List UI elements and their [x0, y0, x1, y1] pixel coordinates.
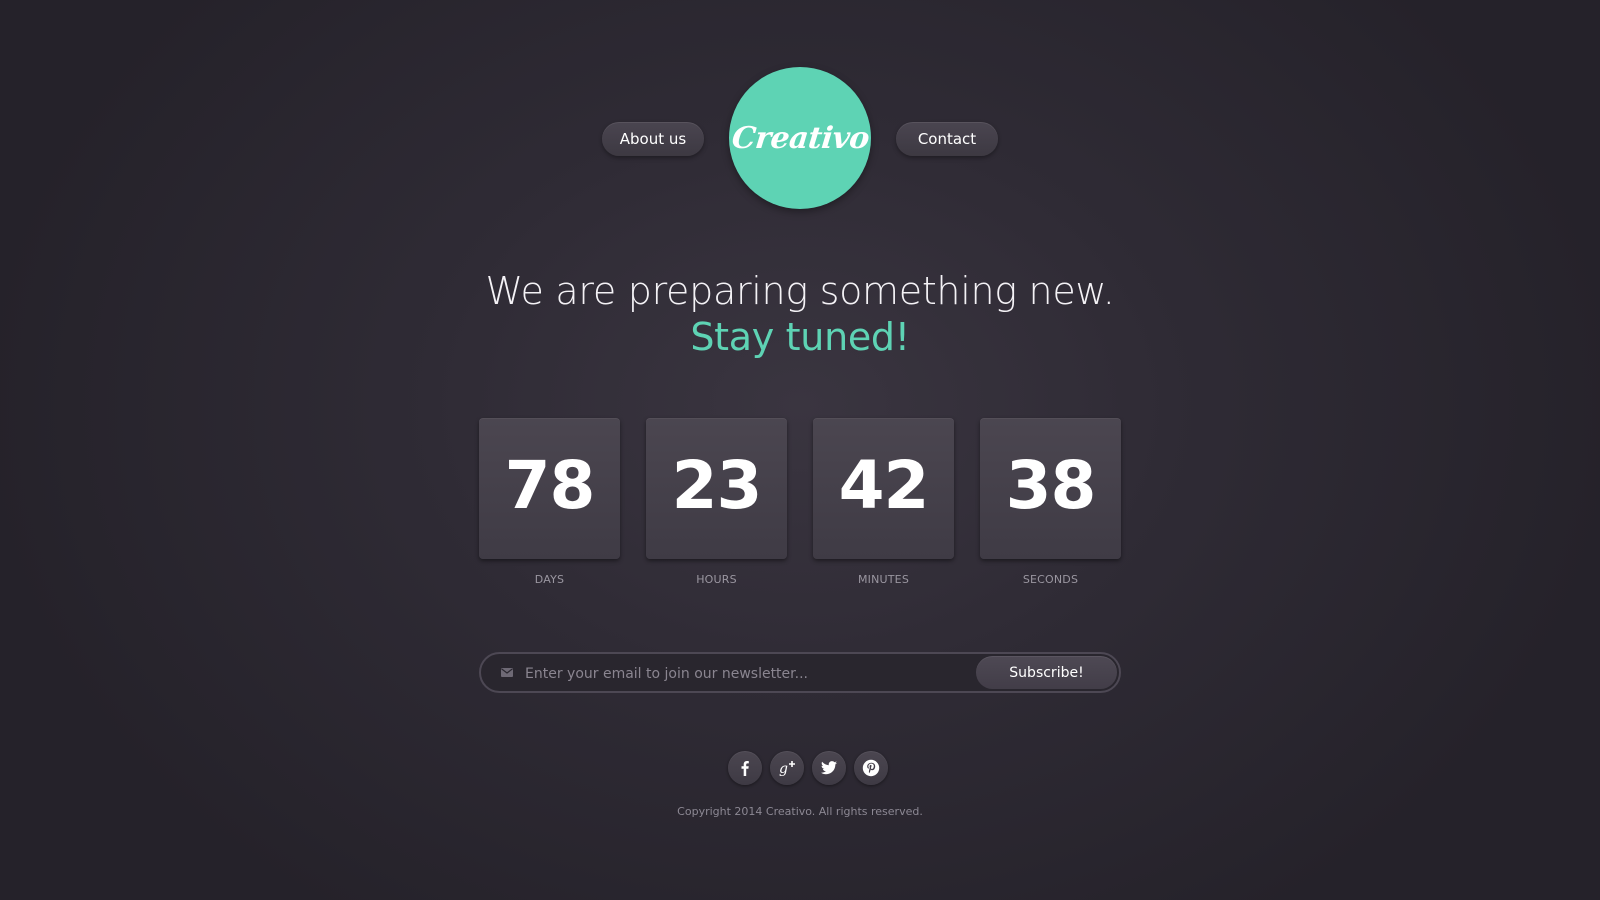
countdown-seconds-label: SECONDS	[1022, 573, 1079, 586]
logo[interactable]: Creativo	[729, 67, 871, 209]
page-headline: We are preparing something new.	[485, 269, 1115, 313]
mail-icon	[501, 668, 513, 677]
countdown-seconds: 38 SECONDS	[980, 418, 1121, 586]
top-navigation: About us Creativo Contact	[0, 67, 1600, 209]
countdown-days-value: 78	[504, 447, 596, 524]
subscribe-button[interactable]: Subscribe!	[976, 656, 1117, 689]
countdown-minutes: 42 MINUTES	[813, 418, 954, 586]
countdown-hours-label: HOURS	[696, 573, 737, 586]
newsletter-email-input[interactable]	[523, 658, 957, 689]
twitter-button[interactable]	[812, 751, 846, 785]
countdown-hours-value: 23	[671, 447, 763, 524]
countdown-tile: 78	[479, 418, 620, 559]
facebook-button[interactable]	[728, 751, 762, 785]
contact-link[interactable]: Contact	[896, 122, 998, 156]
countdown-tile: 42	[813, 418, 954, 559]
countdown-hours: 23 HOURS	[646, 418, 787, 586]
countdown-minutes-label: MINUTES	[857, 573, 910, 586]
pinterest-button[interactable]	[854, 751, 888, 785]
social-links: g	[728, 751, 888, 785]
countdown-tile: 38	[980, 418, 1121, 559]
about-us-link[interactable]: About us	[602, 122, 704, 156]
twitter-icon	[821, 761, 837, 775]
countdown-days: 78 DAYS	[479, 418, 620, 586]
svg-text:g: g	[779, 761, 788, 777]
countdown-days-label: DAYS	[534, 573, 565, 586]
google-plus-button[interactable]: g	[770, 751, 804, 785]
page-tagline: Stay tuned!	[690, 315, 910, 359]
countdown-minutes-value: 42	[838, 447, 930, 524]
copyright-text: Copyright 2014 Creativo. All rights rese…	[677, 805, 923, 818]
countdown-tile: 23	[646, 418, 787, 559]
countdown-seconds-value: 38	[1005, 447, 1097, 524]
google-plus-icon: g	[779, 761, 795, 777]
logo-text: Creativo	[729, 120, 871, 156]
countdown-timer: 78 DAYS 23 HOURS 42 MINUTES 38 SECONDS	[479, 418, 1121, 598]
pinterest-icon	[862, 759, 880, 777]
newsletter-form: Subscribe!	[479, 652, 1121, 693]
facebook-icon	[741, 761, 749, 776]
